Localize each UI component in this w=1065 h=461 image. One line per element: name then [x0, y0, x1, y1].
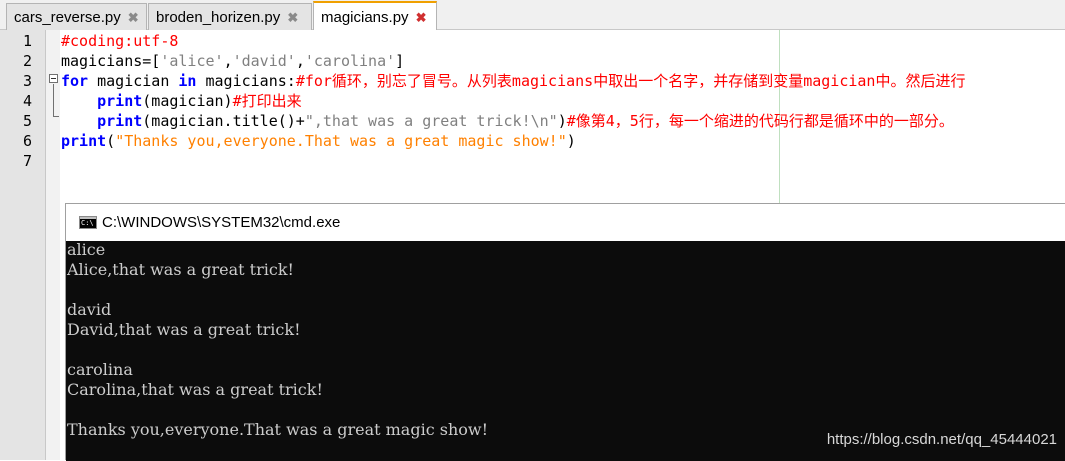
cmd-window[interactable]: C:\ C:\WINDOWS\SYSTEM32\cmd.exe alice Ali… — [65, 203, 1065, 461]
code-token: print — [97, 92, 143, 110]
line-number: 3 — [22, 72, 32, 90]
output-line: David,that was a great trick! — [67, 320, 301, 339]
code-token: ",that was a great trick!\n" — [304, 112, 558, 130]
tab-magicians[interactable]: magicians.py ✖ — [313, 1, 437, 31]
code-token: #打印出来 — [232, 92, 302, 110]
code-token: print — [61, 132, 107, 150]
code-token: (magician) — [142, 92, 233, 110]
code-token: ) — [557, 112, 567, 130]
code-token: ( — [106, 132, 116, 150]
tab-label: cars_reverse.py — [14, 8, 121, 26]
code-token: "Thanks you,everyone.That was a great ma… — [115, 132, 567, 150]
output-line: Thanks you,everyone.That was a great mag… — [67, 420, 489, 439]
output-line: david — [67, 300, 112, 319]
code-token: in — [178, 72, 197, 90]
code-token: magicians: — [196, 72, 296, 90]
output-line: Carolina,that was a great trick! — [67, 380, 323, 399]
code-token: , — [223, 52, 233, 70]
tab-label: broden_horizen.py — [156, 8, 281, 26]
close-icon[interactable]: ✖ — [127, 11, 140, 24]
line-number: 7 — [22, 152, 32, 170]
tab-label: magicians.py — [321, 8, 409, 26]
cmd-title: C:\WINDOWS\SYSTEM32\cmd.exe — [102, 214, 341, 231]
code-token: magician — [88, 72, 179, 90]
code-token: #for循环，别忘了冒号。从列表magicians中取出一个名字，并存储到变量m… — [295, 72, 966, 90]
fold-guide — [53, 84, 54, 116]
line-number: 4 — [22, 92, 32, 110]
output-line: alice — [67, 240, 106, 259]
code-line[interactable]: print(magician.title()+",that was a grea… — [61, 111, 954, 131]
fold-toggle-icon[interactable] — [49, 74, 58, 83]
line-number-gutter: 1 2 3 4 5 6 7 — [0, 30, 46, 460]
tab-bar: cars_reverse.py ✖ broden_horizen.py ✖ ma… — [0, 0, 1065, 31]
code-token: ) — [566, 132, 576, 150]
code-token: #像第4，5行，每一个缩进的代码行都是循环中的一部分。 — [566, 112, 954, 130]
watermark: https://blog.csdn.net/qq_45444021 — [826, 431, 1057, 448]
code-token: , — [295, 52, 305, 70]
code-token: 'alice' — [160, 52, 224, 70]
code-token: 'carolina' — [304, 52, 396, 70]
code-token: for — [61, 72, 89, 90]
close-icon[interactable]: ✖ — [286, 11, 299, 24]
code-line[interactable]: magicians=['alice','david','carolina'] — [61, 51, 404, 71]
code-token: #coding:utf-8 — [61, 32, 179, 50]
line-number: 2 — [22, 52, 32, 70]
code-line[interactable]: for magician in magicians:#for循环，别忘了冒号。从… — [61, 71, 965, 91]
code-line[interactable]: #coding:utf-8 — [61, 31, 178, 51]
code-token: 'david' — [232, 52, 296, 70]
line-number: 5 — [22, 112, 32, 130]
console-icon-text: C:\ — [81, 219, 94, 227]
code-line[interactable]: print("Thanks you,everyone.That was a gr… — [61, 131, 576, 151]
output-line: Alice,that was a great trick! — [67, 260, 294, 279]
output-line: carolina — [67, 360, 133, 379]
fold-guide-end — [53, 116, 59, 117]
code-token: ] — [395, 52, 405, 70]
line-number: 6 — [22, 132, 32, 150]
close-icon[interactable]: ✖ — [415, 11, 428, 24]
code-token: (magician.title()+ — [142, 112, 305, 130]
console-icon: C:\ — [79, 216, 97, 229]
code-line[interactable]: print(magician)#打印出来 — [61, 91, 302, 111]
line-number: 1 — [22, 32, 32, 50]
tab-broden-horizen[interactable]: broden_horizen.py ✖ — [148, 3, 312, 30]
code-token: magicians=[ — [61, 52, 161, 70]
cmd-titlebar[interactable]: C:\ C:\WINDOWS\SYSTEM32\cmd.exe — [66, 204, 1065, 241]
code-token: print — [97, 112, 143, 130]
tab-cars-reverse[interactable]: cars_reverse.py ✖ — [6, 3, 147, 30]
cmd-output-area[interactable]: alice Alice,that was a great trick! david D… — [66, 240, 1065, 461]
